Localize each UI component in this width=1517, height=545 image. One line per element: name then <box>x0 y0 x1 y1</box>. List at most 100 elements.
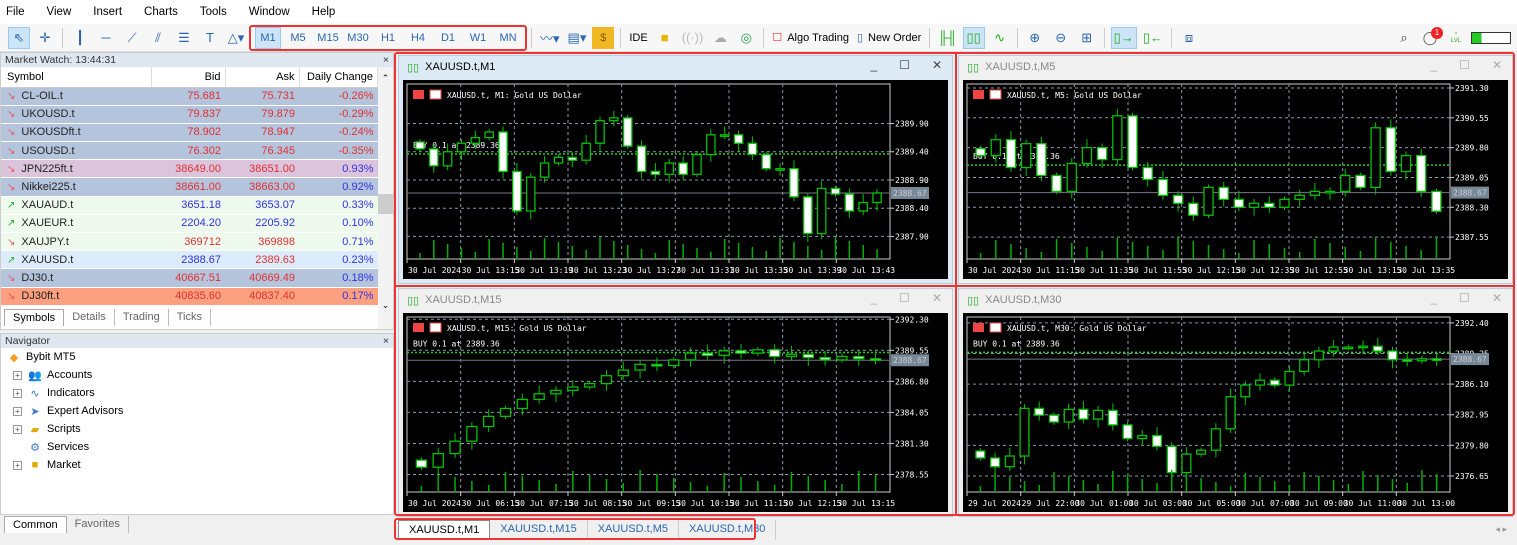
vertical-line-icon[interactable]: ┃ <box>69 27 91 49</box>
timeframe-h1[interactable]: H1 <box>375 27 401 49</box>
expand-icon[interactable]: + <box>13 370 22 380</box>
tile-windows-icon[interactable]: ⊞ <box>1076 27 1098 49</box>
table-row[interactable]: ↗ XAUAUD.t 3651.18 3653.07 0.33% <box>1 196 378 215</box>
expand-icon[interactable]: + <box>13 406 22 416</box>
minimize-icon[interactable]: _ <box>1430 291 1437 305</box>
chart-title-bar[interactable]: ▯▯ XAUUSD.t,M1 _ ☐ ✕ <box>399 56 952 78</box>
price-chart[interactable]: 29 Jul 2024 29 Jul 22:0030 Jul 01:0030 Ju… <box>963 313 1508 512</box>
chart-tab-m1[interactable]: XAUUSD.t,M1 <box>398 520 491 540</box>
nav-item-indicators[interactable]: + ∿ Indicators <box>1 384 393 402</box>
line-chart-icon[interactable]: ∿ <box>989 27 1011 49</box>
timeframe-m1[interactable]: M1 <box>255 26 281 49</box>
tab-ticks[interactable]: Ticks <box>169 309 211 326</box>
table-row[interactable]: ↘ CL-OIL.t 75.681 75.731 -0.26% <box>1 87 378 106</box>
timeframe-h4[interactable]: H4 <box>405 27 431 49</box>
minimize-icon[interactable]: _ <box>1430 58 1437 72</box>
notifications-icon[interactable]: ◯ 1 <box>1419 26 1443 49</box>
tab-trading[interactable]: Trading <box>115 309 169 326</box>
zoom-out-icon[interactable]: ⊖ <box>1050 27 1072 49</box>
table-row[interactable]: ↘ UKOUSDft.t 78.902 78.947 -0.24% <box>1 123 378 143</box>
scroll-down-icon[interactable]: ⌄ <box>378 300 393 311</box>
shapes-icon[interactable]: △▾ <box>225 27 247 49</box>
table-row[interactable]: ↘ XAUJPY.t 369712 369898 0.71% <box>1 232 378 252</box>
timeframe-m30[interactable]: M30 <box>345 27 371 49</box>
close-icon[interactable]: × <box>383 53 389 67</box>
maximize-icon[interactable]: ☐ <box>899 58 910 72</box>
tab-favorites[interactable]: Favorites <box>67 516 129 533</box>
algo-trading-button[interactable]: ☐ Algo Trading <box>770 27 851 49</box>
menu-view[interactable]: View <box>47 6 72 18</box>
close-icon[interactable]: ✕ <box>932 58 942 72</box>
table-row[interactable]: ↘ DJ30.t 40667.51 40669.49 0.18% <box>1 268 378 288</box>
bar-chart-icon[interactable]: ╟╢ <box>936 27 958 49</box>
timeframe-m5[interactable]: M5 <box>285 27 311 49</box>
menu-insert[interactable]: Insert <box>93 6 122 18</box>
menu-tools[interactable]: Tools <box>200 6 227 18</box>
table-row[interactable]: ↘ DJ30ft.t 40835.60 40837.40 0.17% <box>1 287 378 306</box>
candlestick-icon[interactable]: ▯▯ <box>962 26 985 49</box>
fibonacci-icon[interactable]: ☰ <box>173 27 195 49</box>
trendline-icon[interactable]: ⟋ <box>121 27 143 49</box>
column-ask[interactable]: Ask <box>225 67 300 88</box>
price-chart[interactable]: 30 Jul 2024 30 Jul 06:1530 Jul 07:1530 Ju… <box>403 313 948 512</box>
timeframe-w1[interactable]: W1 <box>465 27 491 49</box>
nav-item-expert-advisors[interactable]: + ➤ Expert Advisors <box>1 402 393 420</box>
close-icon[interactable]: × <box>383 334 389 348</box>
maximize-icon[interactable]: ☐ <box>899 291 910 305</box>
menu-window[interactable]: Window <box>249 6 290 18</box>
chart-tabs-scroll-icon[interactable]: ◂ ▸ <box>1495 524 1507 535</box>
minimize-icon[interactable]: _ <box>870 291 877 305</box>
table-row[interactable]: ↘ USOUSD.t 76.302 76.345 -0.35% <box>1 141 378 161</box>
market-bag-icon[interactable]: ■ <box>654 27 676 49</box>
tab-details[interactable]: Details <box>64 309 115 326</box>
menu-help[interactable]: Help <box>312 6 336 18</box>
column-daily-change[interactable]: Daily Change <box>299 67 378 88</box>
level-icon[interactable]: ♆ LVL <box>1445 27 1467 49</box>
tab-symbols[interactable]: Symbols <box>4 309 65 326</box>
expand-icon[interactable]: + <box>13 424 22 434</box>
table-row[interactable]: ↘ UKOUSD.t 79.837 79.879 -0.29% <box>1 105 378 124</box>
timeframe-d1[interactable]: D1 <box>435 27 461 49</box>
timeframe-m15[interactable]: M15 <box>315 27 341 49</box>
market-watch-scrollbar[interactable]: ⌃ ⌄ <box>378 67 393 329</box>
chart-shift-icon[interactable]: ▯← <box>1141 27 1165 49</box>
chart-tab-m5[interactable]: XAUUSD.t,M5 <box>588 520 680 540</box>
close-icon[interactable]: ✕ <box>932 291 942 305</box>
tab-common[interactable]: Common <box>4 516 67 533</box>
crosshair-icon[interactable]: ✛ <box>34 27 56 49</box>
chart-window[interactable]: ▯▯ XAUUSD.t,M5 _ ☐ ✕ 30 Jul 2024 30 Jul 11:15 3… <box>958 55 1513 284</box>
scroll-thumb[interactable] <box>378 194 393 214</box>
equidistant-channel-icon[interactable]: ⫽ <box>147 27 169 49</box>
chart-window[interactable]: ▯▯ XAUUSD.t,M15 _ ☐ ✕ 30 Jul 2024 30 Jul 06:15… <box>398 288 953 517</box>
chart-tab-m30[interactable]: XAUUSD.t,M30 <box>679 520 777 540</box>
expand-icon[interactable]: + <box>13 460 22 470</box>
screenshot-icon[interactable]: ⧈ <box>1178 27 1200 49</box>
chart-tab-m15[interactable]: XAUUSD.t,M15 <box>490 520 588 540</box>
column-symbol[interactable]: Symbol <box>1 67 152 88</box>
column-bid[interactable]: Bid <box>151 67 226 88</box>
horizontal-line-icon[interactable]: ─ <box>95 27 117 49</box>
new-order-button[interactable]: ▯ New Order <box>855 27 923 49</box>
table-row[interactable]: ↗ XAUUSD.t 2388.67 2389.63 0.23% <box>1 250 378 270</box>
maximize-icon[interactable]: ☐ <box>1459 291 1470 305</box>
maximize-icon[interactable]: ☐ <box>1459 58 1470 72</box>
ide-button[interactable]: IDE <box>627 27 649 49</box>
expand-icon[interactable]: + <box>13 388 22 398</box>
dollar-icon[interactable]: $ <box>592 26 615 49</box>
menu-charts[interactable]: Charts <box>144 6 178 18</box>
auto-scroll-icon[interactable]: ▯→ <box>1110 26 1137 49</box>
cursor-icon[interactable]: ⇖ <box>8 26 30 49</box>
zoom-in-icon[interactable]: ⊕ <box>1024 27 1046 49</box>
price-chart[interactable]: 30 Jul 2024 30 Jul 13:1530 Jul 13:1930 Ju… <box>403 80 948 279</box>
text-icon[interactable]: T <box>199 27 221 49</box>
table-row[interactable]: ↗ XAUEUR.t 2204.20 2205.92 0.10% <box>1 214 378 234</box>
scroll-up-icon[interactable]: ⌃ <box>378 73 393 84</box>
nav-root[interactable]: ◆ Bybit MT5 <box>1 348 393 366</box>
chart-title-bar[interactable]: ▯▯ XAUUSD.t,M5 _ ☐ ✕ <box>959 56 1512 78</box>
chart-title-bar[interactable]: ▯▯ XAUUSD.t,M15 _ ☐ ✕ <box>399 289 952 311</box>
chart-window[interactable]: ▯▯ XAUUSD.t,M1 _ ☐ ✕ 30 Jul 2024 30 Jul 13:15 3… <box>398 55 953 284</box>
signals-icon[interactable]: ((·)) <box>680 27 706 49</box>
nav-item-market[interactable]: + ■ Market <box>1 456 393 474</box>
price-chart[interactable]: 30 Jul 2024 30 Jul 11:1530 Jul 11:3530 Ju… <box>963 80 1508 279</box>
templates-icon[interactable]: ▤▾ <box>566 27 589 49</box>
